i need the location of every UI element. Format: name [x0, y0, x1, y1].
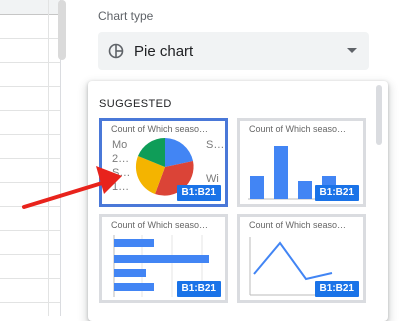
grid-row-line [0, 134, 60, 135]
grid-row-line [0, 158, 60, 159]
chart-editor-panel: Chart type Pie chart SUGGESTED Count of … [82, 0, 402, 321]
line-series [253, 241, 333, 281]
grid-row-line [0, 206, 60, 207]
horizontal-bar [114, 239, 154, 247]
grid-row-line [0, 302, 60, 303]
bar-chart-option[interactable]: Count of Which seaso… B1:B21 [99, 214, 228, 303]
chart-type-dropdown: SUGGESTED Count of Which seaso… Mo 2… S…… [88, 81, 388, 321]
pie-chart-icon [108, 43, 124, 59]
grid-row-line [0, 254, 60, 255]
suggested-heading: SUGGESTED [99, 98, 172, 110]
pie-legend-right: Wi [206, 173, 219, 185]
grid-row-line [0, 110, 60, 111]
pie-legend-left: S… [112, 167, 131, 179]
column-bar [274, 146, 288, 199]
dropdown-scrollbar[interactable] [376, 85, 382, 145]
column-chart-option[interactable]: Count of Which seaso… B1:B21 [237, 118, 366, 207]
column-bar [298, 181, 312, 199]
grid-row-line [0, 182, 60, 183]
pie-legend-left: 2… [112, 153, 130, 165]
grid-row-line [0, 230, 60, 231]
horizontal-bar [114, 255, 209, 263]
line-chart-option[interactable]: Count of Which seaso… B1:B21 [237, 214, 366, 303]
range-badge: B1:B21 [314, 185, 359, 201]
chart-type-select[interactable]: Pie chart [98, 32, 369, 70]
sheet-scrollbar[interactable] [58, 0, 66, 60]
grid-row-line [0, 62, 60, 63]
pie-legend-right: S… [206, 139, 225, 151]
pie-legend-left: 1… [112, 181, 130, 193]
horizontal-bar [114, 269, 146, 277]
column-bar [250, 176, 264, 199]
horizontal-bar [114, 283, 154, 291]
grid-row-line [0, 38, 60, 39]
pie-chart-option[interactable]: Count of Which seaso… Mo 2… S… 1… S… Wi … [99, 118, 228, 207]
column-header [0, 0, 60, 15]
range-badge: B1:B21 [176, 185, 221, 201]
caret-down-icon [347, 48, 357, 53]
range-badge: B1:B21 [314, 281, 359, 297]
pie-legend-left: Mo [112, 139, 128, 151]
chart-type-label: Chart type [98, 9, 154, 23]
range-badge: B1:B21 [176, 281, 221, 297]
chart-type-value: Pie chart [134, 43, 194, 60]
grid-row-line [0, 86, 60, 87]
grid-row-line [0, 278, 60, 279]
spreadsheet-grid [0, 0, 66, 316]
